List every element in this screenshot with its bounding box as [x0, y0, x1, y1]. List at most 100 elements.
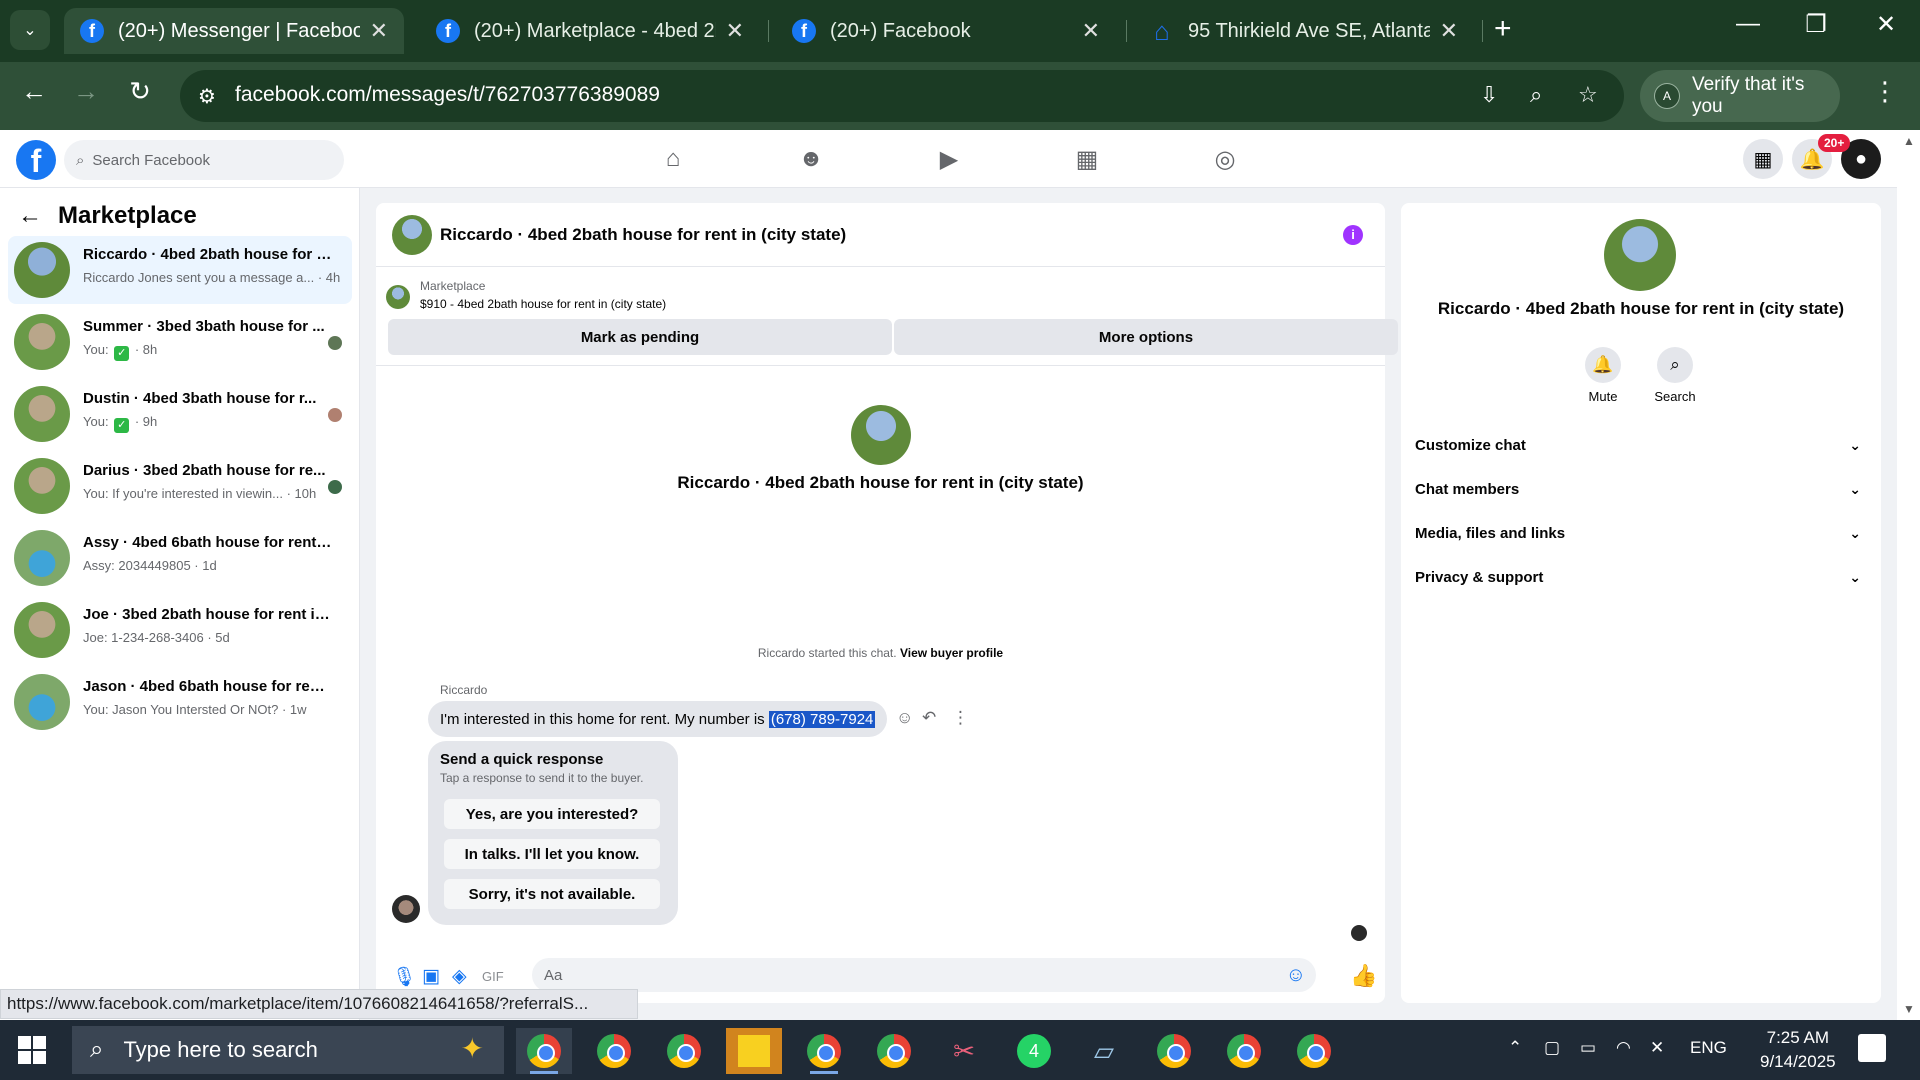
like-thumb-icon[interactable]: 👍	[1350, 963, 1377, 989]
address-bar[interactable]: ⚙ facebook.com/messages/t/76270377638908…	[180, 70, 1624, 122]
install-app-icon[interactable]: ⇩	[1480, 82, 1498, 108]
chrome-app-icon[interactable]	[516, 1028, 572, 1074]
whatsapp-icon[interactable]: 4	[1006, 1028, 1062, 1074]
photo-icon[interactable]: ▣	[422, 965, 440, 988]
chrome-app-icon[interactable]	[866, 1028, 922, 1074]
new-tab-button[interactable]: +	[1494, 12, 1512, 46]
chevron-down-icon: ⌄	[1849, 480, 1861, 497]
reply-icon[interactable]: ↶	[922, 708, 936, 728]
close-icon[interactable]: ✕	[370, 18, 388, 44]
browser-menu-icon[interactable]: ⋮	[1872, 76, 1898, 107]
conversation-item[interactable]: Summer · 3bed 3bath house for ... You: ✓…	[8, 308, 352, 376]
tab-search-button[interactable]: ⌄	[10, 10, 50, 50]
listing-thumbnail	[14, 314, 70, 370]
sticker-icon[interactable]: ◈	[452, 965, 467, 988]
emoji-icon[interactable]: ☺	[1286, 964, 1306, 987]
quick-response-button[interactable]: In talks. I'll let you know.	[444, 839, 660, 869]
site-info-icon[interactable]: ⚙	[198, 84, 216, 109]
section-chat-members[interactable]: Chat members ⌄	[1415, 471, 1867, 507]
friends-icon[interactable]: ☻	[791, 142, 831, 176]
gaming-icon[interactable]: ◎	[1205, 142, 1245, 176]
minimize-button[interactable]: —	[1720, 10, 1776, 38]
windows-start-icon[interactable]	[18, 1036, 46, 1064]
conversation-item[interactable]: Dustin · 4bed 3bath house for r... You: …	[8, 380, 352, 448]
section-privacy-support[interactable]: Privacy & support ⌄	[1415, 559, 1867, 595]
section-media-files-links[interactable]: Media, files and links ⌄	[1415, 515, 1867, 551]
chevron-up-icon[interactable]: ⌃	[1508, 1038, 1522, 1058]
snipping-tool-icon[interactable]: ✂	[936, 1028, 992, 1074]
home-icon[interactable]: ⌂	[653, 142, 693, 176]
view-buyer-profile-link[interactable]: View buyer profile	[900, 646, 1003, 660]
close-icon[interactable]: ✕	[1082, 18, 1100, 44]
back-arrow-icon[interactable]: ←	[18, 202, 42, 230]
reload-button[interactable]: ↻	[120, 76, 160, 107]
chrome-app-icon[interactable]	[1216, 1028, 1272, 1074]
chrome-app-icon[interactable]	[656, 1028, 712, 1074]
phone-number-selected[interactable]: (678) 789-7924	[768, 710, 876, 728]
scroll-down-arrow-icon[interactable]: ▼	[1903, 1002, 1915, 1016]
menu-grid-icon[interactable]: ▦	[1743, 139, 1783, 179]
seen-avatar	[328, 336, 342, 350]
notepad-icon[interactable]: ▱	[1076, 1028, 1132, 1074]
conversation-item[interactable]: Darius · 3bed 2bath house for re... You:…	[8, 452, 352, 520]
bookmark-star-icon[interactable]: ☆	[1578, 82, 1598, 108]
more-actions-icon[interactable]: ⋮	[952, 708, 969, 728]
language-indicator[interactable]: ENG	[1690, 1038, 1727, 1058]
volume-muted-icon[interactable]: ✕	[1650, 1038, 1664, 1058]
sticky-notes-icon[interactable]	[726, 1028, 782, 1074]
conversation-item[interactable]: Riccardo · 4bed 2bath house for re... Ri…	[8, 236, 352, 304]
search-facebook-input[interactable]: ⌕ Search Facebook	[64, 140, 344, 180]
react-emoji-icon[interactable]: ☺	[896, 708, 913, 728]
video-icon[interactable]: ▶	[929, 142, 969, 176]
quick-response-button[interactable]: Sorry, it's not available.	[444, 879, 660, 909]
clock-date: 9/14/2025	[1760, 1052, 1836, 1071]
taskbar-search-input[interactable]: ⌕ Type here to search ✦	[72, 1026, 504, 1074]
conversation-item[interactable]: Assy · 4bed 6bath house for rent i... As…	[8, 524, 352, 592]
system-clock[interactable]: 7:25 AM 9/14/2025	[1760, 1026, 1836, 1074]
facebook-icon: f	[792, 19, 816, 43]
microphone-icon[interactable]: 🎙	[392, 965, 416, 989]
close-window-button[interactable]: ✕	[1858, 10, 1914, 39]
url-text[interactable]: facebook.com/messages/t/762703776389089	[235, 83, 660, 107]
verify-identity-button[interactable]: A Verify that it's you	[1640, 70, 1840, 122]
tab-messenger[interactable]: f (20+) Messenger | Facebook ✕	[64, 8, 404, 54]
forward-button[interactable]: →	[66, 76, 106, 107]
message-input[interactable]: Aa ☺	[532, 958, 1316, 992]
message-bubble[interactable]: I'm interested in this home for rent. My…	[428, 701, 888, 737]
search-in-chat-button[interactable]: ⌕ Search	[1635, 347, 1715, 404]
tab-facebook[interactable]: f (20+) Facebook ✕	[776, 8, 1116, 54]
mark-as-pending-button[interactable]: Mark as pending	[388, 319, 892, 355]
marketplace-icon[interactable]: ▦	[1067, 142, 1107, 176]
tab-marketplace[interactable]: f (20+) Marketplace - 4bed 2bath ✕	[420, 8, 760, 54]
restore-button[interactable]: ❐	[1788, 10, 1844, 39]
scroll-up-arrow-icon[interactable]: ▲	[1903, 134, 1915, 148]
preview-time: · 8h	[134, 342, 158, 357]
gif-icon[interactable]: GIF	[482, 969, 504, 984]
info-icon[interactable]: i	[1343, 225, 1363, 245]
close-icon[interactable]: ✕	[1440, 18, 1458, 44]
battery-icon[interactable]: ▭	[1580, 1038, 1596, 1058]
zoom-icon[interactable]: ⌕	[1530, 82, 1542, 108]
section-customize-chat[interactable]: Customize chat ⌄	[1415, 427, 1867, 463]
mute-button[interactable]: 🔔 Mute	[1563, 347, 1643, 404]
chrome-app-icon[interactable]	[1286, 1028, 1342, 1074]
chat-avatar[interactable]	[392, 215, 432, 255]
more-options-button[interactable]: More options	[894, 319, 1398, 355]
close-icon[interactable]: ✕	[726, 18, 744, 44]
conversation-item[interactable]: Joe · 3bed 2bath house for rent in ... J…	[8, 596, 352, 664]
quick-response-button[interactable]: Yes, are you interested?	[444, 799, 660, 829]
tab-zillow[interactable]: ⌂ 95 Thirkield Ave SE, Atlanta, GA ✕	[1134, 8, 1474, 54]
tab-title: (20+) Facebook	[830, 19, 971, 42]
back-button[interactable]: ←	[14, 76, 54, 107]
notification-center-icon[interactable]	[1858, 1034, 1886, 1062]
chrome-app-icon[interactable]	[1146, 1028, 1202, 1074]
chat-title[interactable]: Riccardo · 4bed 2bath house for rent in …	[440, 225, 846, 245]
facebook-logo[interactable]: f	[16, 140, 56, 180]
chevron-down-icon: ⌄	[1849, 524, 1861, 541]
chrome-app-icon[interactable]	[586, 1028, 642, 1074]
page-scrollbar[interactable]: ▲ ▼	[1897, 130, 1920, 1020]
wifi-icon[interactable]: ◠	[1616, 1038, 1631, 1058]
chrome-app-icon[interactable]	[796, 1028, 852, 1074]
conversation-item[interactable]: Jason · 4bed 6bath house for rent ... Yo…	[8, 668, 352, 736]
meet-now-icon[interactable]: ▢	[1544, 1038, 1560, 1058]
